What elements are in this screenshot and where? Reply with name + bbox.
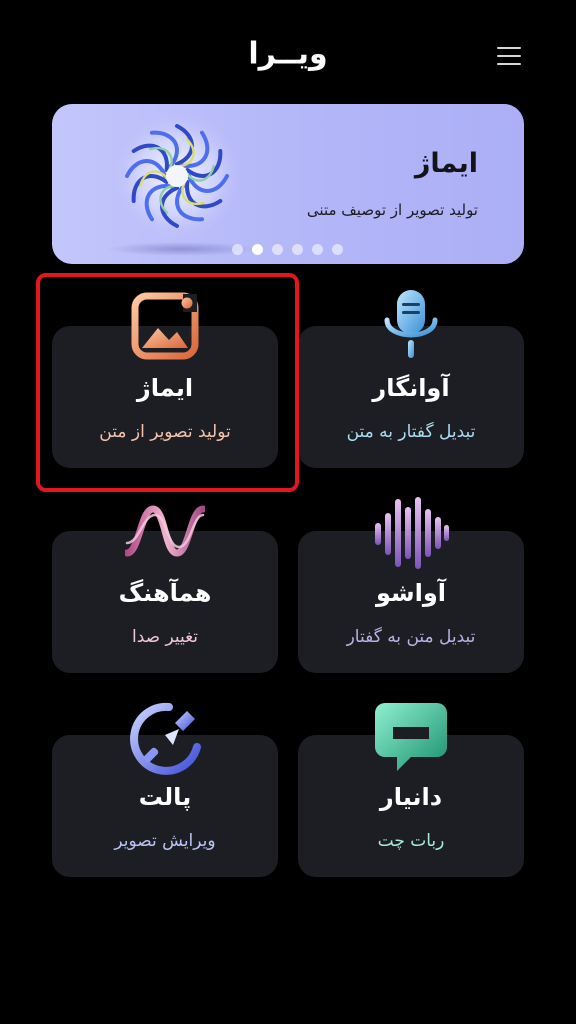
- carousel-indicator: [232, 244, 343, 256]
- menu-line: [497, 47, 521, 49]
- card-title: دانیار: [379, 783, 443, 811]
- carousel-dot[interactable]: [332, 244, 343, 255]
- carousel-dot[interactable]: [312, 244, 323, 255]
- banner-subtitle: تولید تصویر از توصیف متنی: [306, 201, 478, 219]
- hamburger-menu-icon[interactable]: [494, 44, 524, 68]
- microphone-icon: [384, 290, 438, 358]
- app-header: ویــرا: [0, 0, 576, 110]
- carousel-dot[interactable]: [292, 244, 303, 255]
- card-title: آواشو: [375, 579, 447, 607]
- card-title: همآهنگ: [118, 579, 212, 607]
- carousel-dot[interactable]: [272, 244, 283, 255]
- service-card-avanegar[interactable]: آوانگار تبدیل گفتار به متن: [298, 290, 524, 468]
- service-card-palet[interactable]: پالت ویرایش تصویر: [52, 702, 278, 877]
- carousel-dot[interactable]: [232, 244, 243, 255]
- card-subtitle: ویرایش تصویر: [114, 831, 216, 851]
- service-card-hamahang[interactable]: همآهنگ تغییر صدا: [52, 505, 278, 673]
- paint-brush-icon: [130, 702, 201, 775]
- sound-wave-icon: [375, 497, 449, 569]
- service-card-avasho[interactable]: آواشو تبدیل متن به گفتار: [298, 497, 524, 673]
- menu-line: [497, 63, 521, 65]
- card-subtitle: تبدیل گفتار به متن: [346, 422, 476, 442]
- card-subtitle: تبدیل متن به گفتار: [346, 627, 476, 647]
- service-card-daniyar[interactable]: دانیار ربات چت: [298, 703, 524, 877]
- card-title: پالت: [138, 783, 192, 811]
- card-title: آوانگار: [372, 374, 450, 402]
- banner-title: ایماژ: [414, 148, 478, 179]
- wave-ribbon-icon: [125, 505, 205, 557]
- selection-highlight: [36, 273, 299, 492]
- promo-banner[interactable]: ایماژ تولید تصویر از توصیف متنی: [52, 104, 524, 264]
- carousel-dot-active[interactable]: [252, 244, 263, 255]
- menu-line: [497, 55, 521, 57]
- chat-bubble-icon: [375, 703, 447, 771]
- card-subtitle: ربات چت: [377, 831, 445, 851]
- app-logo: ویــرا: [248, 36, 328, 72]
- card-subtitle: تغییر صدا: [131, 627, 199, 647]
- flower-illustration-icon: [107, 114, 257, 256]
